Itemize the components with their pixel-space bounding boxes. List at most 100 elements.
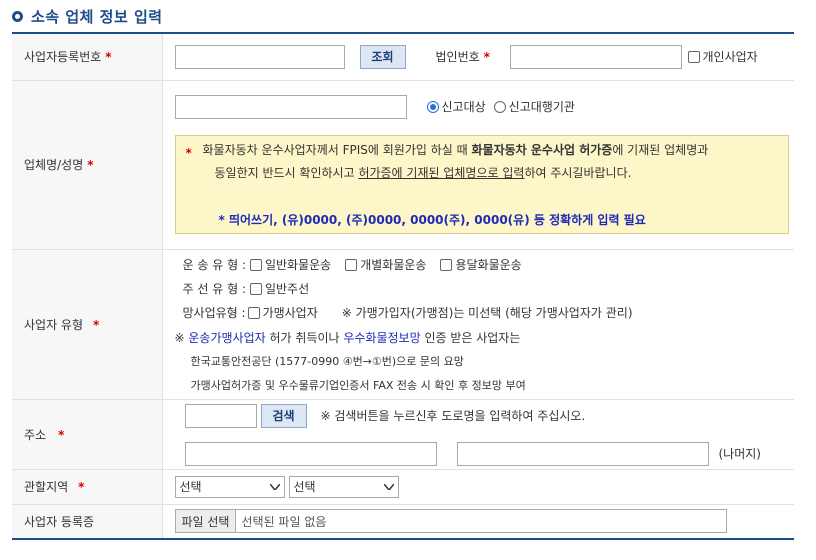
- transport-delivery-checkbox[interactable]: 용달화물운송: [440, 256, 522, 273]
- company-info-form: 사업자등록번호 * 조회 법인번호 * 개인사업자 업체명/성명 * 신고대상 …: [12, 32, 794, 540]
- option-label: 가맹사업자: [262, 305, 318, 320]
- title-bullet-icon: [12, 10, 23, 22]
- chevron-down-icon: [269, 483, 280, 490]
- notice-star: *: [185, 145, 192, 160]
- checkbox-icon[interactable]: [440, 258, 453, 271]
- zipcode-input[interactable]: [184, 403, 257, 428]
- bizno-content: 조회 법인번호 * 개인사업자: [162, 33, 794, 81]
- bizno-label: 사업자등록번호: [24, 50, 102, 65]
- corp-number-label-text: 법인번호: [435, 50, 480, 65]
- required-mark: *: [87, 158, 94, 172]
- radio-checked-icon[interactable]: [426, 101, 439, 113]
- checkbox-icon[interactable]: [249, 282, 262, 295]
- transport-general-checkbox[interactable]: 일반화물운송: [249, 256, 332, 273]
- address-label: 주소: [24, 427, 47, 442]
- individual-biz-checkbox[interactable]: 개인사업자: [687, 48, 758, 65]
- network-type-row: 망사업유형 : 가맹사업자 ※ 가맹가입자(가맹점)는 미선택 (해당 가맹사업…: [183, 304, 633, 321]
- bizno-search-button[interactable]: 조회: [359, 44, 406, 69]
- region-label-cell: 관할지역 *: [12, 469, 163, 505]
- notice-line1: 화물자동차 운수사업자께서 FPIS에 회원가입 하실 때 화물자동차 운수사업…: [203, 142, 709, 158]
- broker-type-row: 주 선 유 형 : 일반주선: [183, 280, 310, 297]
- checkbox-icon[interactable]: [247, 306, 260, 319]
- info-line3: 가맹사업허가증 및 우수물류기업인증서 FAX 전송 시 확인 후 정보망 부여: [190, 378, 526, 392]
- file-status: 선택된 파일 없음: [241, 514, 327, 529]
- radio-unchecked-icon[interactable]: [493, 101, 506, 113]
- option-label: 개별화물운송: [360, 257, 427, 272]
- freight-network-link[interactable]: 우수화물정보망: [343, 331, 420, 345]
- region-label: 관할지역: [24, 480, 69, 494]
- address-content: 검색 ※ 검색버튼을 누르신후 도로명을 입력하여 주십시오. (나머지): [162, 399, 794, 470]
- individual-biz-label: 개인사업자: [702, 50, 758, 65]
- certificate-label: 사업자 등록증: [24, 514, 95, 529]
- notice-underline: 허가증에 기재된 업체명으로 입력: [358, 165, 525, 180]
- radio-report-label: 신고대상: [441, 100, 486, 114]
- franchise-business-link[interactable]: 운송가맹사업자: [188, 331, 265, 345]
- notice-bold: 화물자동차 운수사업 허가증: [471, 142, 613, 157]
- address-rest-label: (나머지): [718, 447, 761, 461]
- individual-biz-check-icon[interactable]: [687, 51, 700, 64]
- address-hint: ※ 검색버튼을 누르신후 도로명을 입력하여 주십시오.: [320, 409, 586, 423]
- company-label-cell: 업체명/성명 *: [12, 80, 163, 250]
- network-note: ※ 가맹가입자(가맹점)는 미선택 (해당 가맹사업자가 관리): [341, 305, 633, 320]
- info-line2: 한국교통안전공단 (1577-0990 ④번→①번)으로 문의 요망: [190, 354, 464, 368]
- company-label: 업체명/성명: [24, 158, 84, 172]
- required-mark: *: [58, 427, 65, 442]
- row-biztype: 사업자 유형 * 운 송 유 형 : 일반화물운송 개별화물운송 용달화물운송 주…: [12, 249, 794, 400]
- chevron-down-icon: [383, 483, 394, 490]
- company-content: 신고대상 신고대행기관 * 화물자동차 운수사업자께서 FPIS에 회원가입 하…: [162, 80, 794, 250]
- transport-type-label: 운 송 유 형 :: [182, 257, 246, 272]
- corp-number-input[interactable]: [509, 44, 682, 69]
- info-text: 인증 받은 사업자는: [420, 330, 521, 345]
- row-region: 관할지역 * 선택 선택: [12, 469, 794, 505]
- company-name-input[interactable]: [174, 94, 407, 119]
- biztype-content: 운 송 유 형 : 일반화물운송 개별화물운송 용달화물운송 주 선 유 형 :…: [162, 249, 794, 400]
- region-select-1-value: 선택: [179, 480, 202, 494]
- certificate-file-input[interactable]: 파일 선택 선택된 파일 없음: [174, 509, 727, 534]
- notice-text: 화물자동차 운수사업자께서 FPIS에 회원가입 하실 때: [202, 142, 472, 157]
- row-bizno: 사업자등록번호 * 조회 법인번호 * 개인사업자: [12, 33, 794, 81]
- transport-type-row: 운 송 유 형 : 일반화물운송 개별화물운송 용달화물운송: [183, 256, 522, 273]
- region-content: 선택 선택: [162, 469, 794, 505]
- row-address: 주소 * 검색 ※ 검색버튼을 누르신후 도로명을 입력하여 주십시오. (나머지…: [12, 399, 794, 470]
- info-line1: ※ 운송가맹사업자 허가 취득이나 우수화물정보망 인증 받은 사업자는: [175, 329, 521, 346]
- notice-line3: * 띄어쓰기, (유)0000, (주)0000, 0000(주), 0000(…: [218, 212, 646, 227]
- region-select-2-value: 선택: [293, 480, 316, 494]
- row-company: 업체명/성명 * 신고대상 신고대행기관 * 화물자동차 운수사업자께서 FPIS…: [12, 80, 794, 250]
- option-label: 일반주선: [264, 281, 310, 296]
- checkbox-icon[interactable]: [249, 258, 262, 271]
- address-detail-input[interactable]: [456, 441, 709, 466]
- transport-individual-checkbox[interactable]: 개별화물운송: [345, 256, 426, 273]
- network-type-label: 망사업유형 :: [182, 305, 246, 320]
- biztype-label-cell: 사업자 유형 *: [12, 249, 163, 400]
- required-mark: *: [78, 480, 85, 494]
- bizno-label-cell: 사업자등록번호 *: [12, 33, 163, 81]
- notice-text: 동일한지 반드시 확인하시고: [214, 165, 359, 180]
- notice-text: 에 기재된 업체명과: [612, 142, 709, 157]
- radio-report-agency[interactable]: 신고대행기관: [493, 98, 575, 115]
- network-franchise-checkbox[interactable]: 가맹사업자: [247, 304, 318, 321]
- certificate-label-cell: 사업자 등록증: [12, 504, 163, 540]
- notice-line2: 동일한지 반드시 확인하시고 허가증에 기재된 업체명으로 입력하여 주시길바랍…: [215, 165, 632, 181]
- region-select-2[interactable]: 선택: [288, 475, 399, 498]
- checkbox-icon[interactable]: [345, 258, 358, 271]
- required-mark: *: [105, 50, 112, 65]
- broker-general-checkbox[interactable]: 일반주선: [249, 280, 310, 297]
- corp-number-label: 법인번호 *: [436, 48, 498, 65]
- address-search-button[interactable]: 검색: [260, 403, 307, 428]
- row-certificate: 사업자 등록증 파일 선택 선택된 파일 없음: [12, 504, 794, 540]
- address-label-cell: 주소 *: [12, 399, 163, 470]
- radio-report-target[interactable]: 신고대상: [426, 98, 486, 115]
- radio-agency-label: 신고대행기관: [508, 100, 575, 114]
- company-name-notice: * 화물자동차 운수사업자께서 FPIS에 회원가입 하실 때 화물자동차 운수…: [174, 134, 789, 234]
- option-label: 일반화물운송: [264, 257, 332, 272]
- broker-type-label: 주 선 유 형 :: [182, 281, 246, 296]
- address-main-input[interactable]: [184, 441, 437, 466]
- info-prefix: ※: [174, 330, 189, 345]
- notice-text: 하여 주시길바랍니다.: [524, 165, 632, 180]
- bizno-input[interactable]: [174, 44, 345, 69]
- file-select-button[interactable]: 파일 선택: [175, 510, 237, 533]
- certificate-content: 파일 선택 선택된 파일 없음: [162, 504, 794, 540]
- region-select-1[interactable]: 선택: [174, 475, 285, 498]
- section-title: 소속 업체 정보 입력: [12, 4, 163, 28]
- biztype-label: 사업자 유형: [24, 317, 84, 332]
